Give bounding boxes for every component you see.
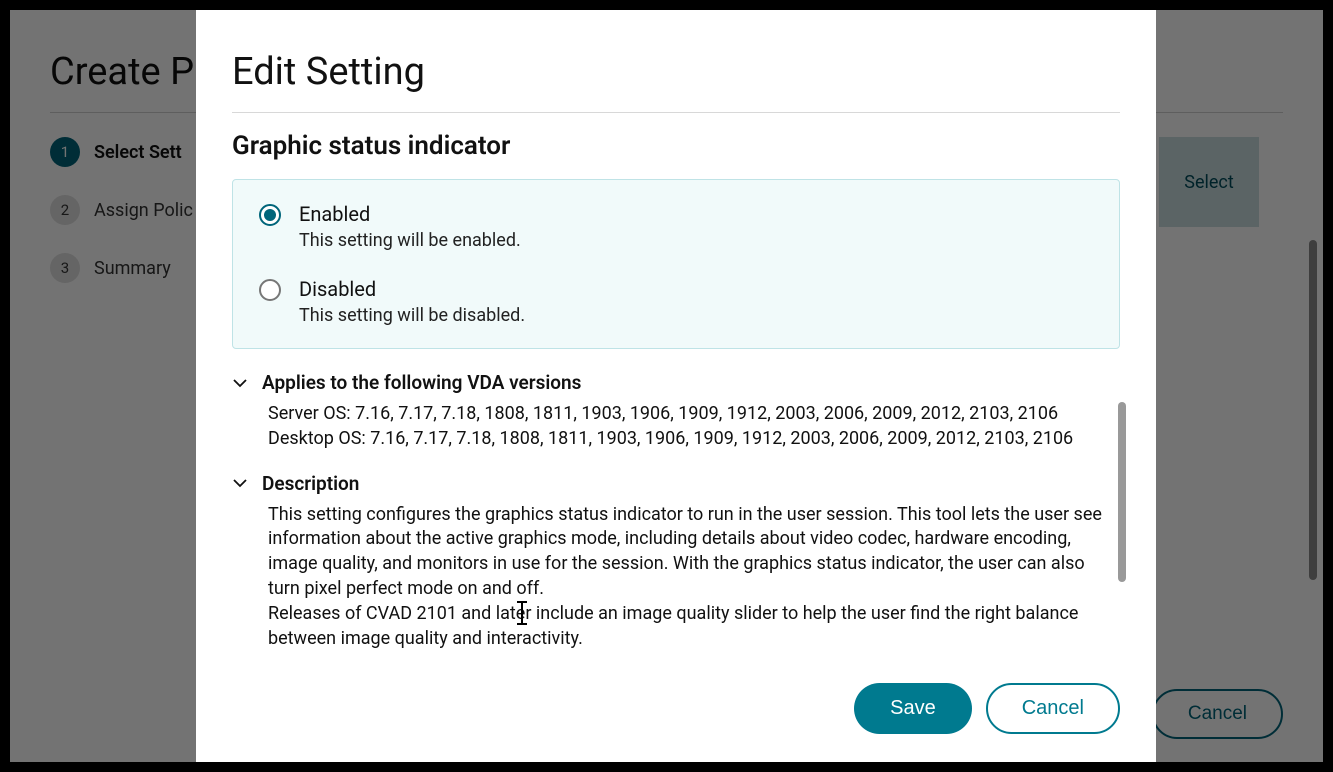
option-label: Enabled	[299, 202, 1093, 226]
edit-setting-modal: Edit Setting Graphic status indicator En…	[196, 10, 1156, 762]
chevron-down-icon	[232, 375, 248, 391]
option-disabled[interactable]: Disabled This setting will be disabled.	[259, 277, 1093, 326]
option-description: This setting will be enabled.	[299, 230, 1093, 251]
description-paragraph: Releases of CVAD 2101 and later include …	[268, 602, 1120, 652]
option-description: This setting will be disabled.	[299, 305, 1093, 326]
radio-icon	[259, 204, 281, 226]
section-title: Applies to the following VDA versions	[262, 371, 581, 394]
option-enabled[interactable]: Enabled This setting will be enabled.	[259, 202, 1093, 251]
option-label: Disabled	[299, 277, 1093, 301]
description-paragraph: This setting configures the graphics sta…	[268, 503, 1120, 602]
vda-server-os: Server OS: 7.16, 7.17, 7.18, 1808, 1811,…	[268, 402, 1120, 427]
save-button[interactable]: Save	[854, 683, 972, 734]
section-header[interactable]: Description	[232, 472, 1120, 495]
section-title: Description	[262, 472, 359, 495]
vda-versions-section: Applies to the following VDA versions Se…	[232, 371, 1120, 452]
divider	[232, 112, 1120, 113]
chevron-down-icon	[232, 475, 248, 491]
setting-options: Enabled This setting will be enabled. Di…	[232, 179, 1120, 349]
radio-icon	[259, 279, 281, 301]
description-section: Description This setting configures the …	[232, 472, 1120, 652]
scrollbar[interactable]	[1118, 402, 1126, 582]
vda-desktop-os: Desktop OS: 7.16, 7.17, 7.18, 1808, 1811…	[268, 427, 1120, 452]
modal-footer: Save Cancel	[196, 654, 1156, 762]
modal-title: Edit Setting	[232, 50, 1120, 94]
cancel-button[interactable]: Cancel	[986, 683, 1120, 734]
setting-name: Graphic status indicator	[232, 131, 1120, 161]
section-header[interactable]: Applies to the following VDA versions	[232, 371, 1120, 394]
